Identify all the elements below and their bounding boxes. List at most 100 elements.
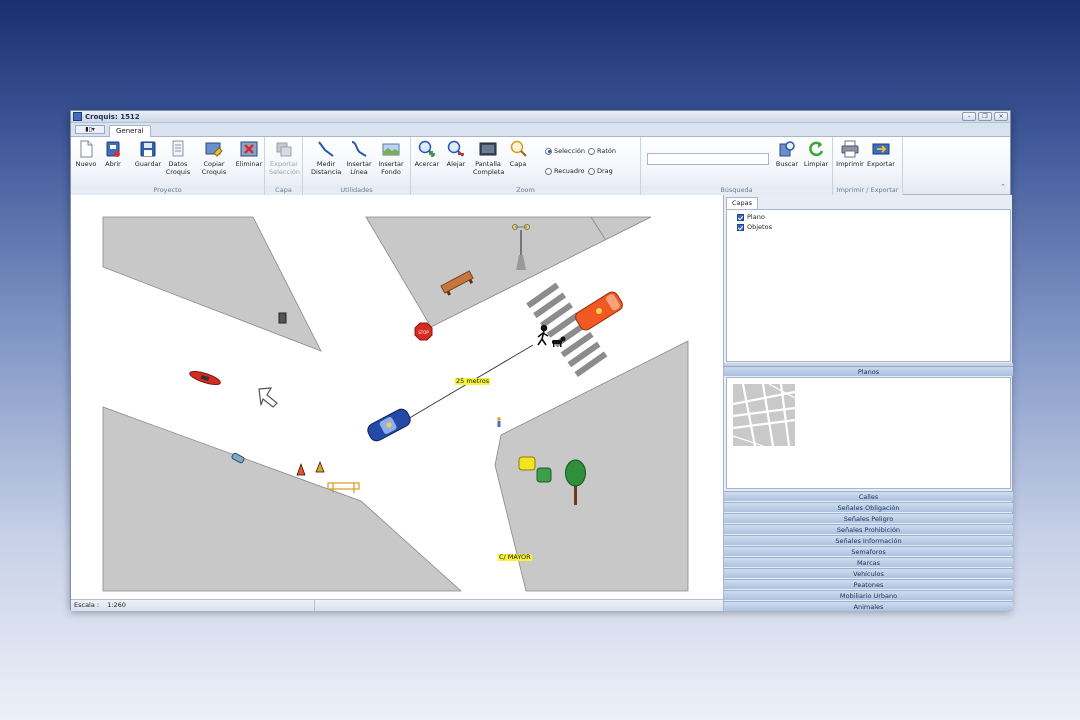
eliminar-button[interactable]: Eliminar <box>234 139 264 169</box>
app-icon <box>73 112 82 121</box>
imprimir-button[interactable]: Imprimir <box>835 139 865 169</box>
status-separator <box>314 600 322 611</box>
tree-item-objetos[interactable]: Objetos <box>737 223 772 231</box>
zoom-layer-icon <box>510 140 527 157</box>
recycle-bin-icon[interactable] <box>536 467 552 483</box>
close-button[interactable]: × <box>994 112 1008 121</box>
category-marcas[interactable]: Marcas <box>724 557 1013 567</box>
buscar-button[interactable]: Buscar <box>772 139 802 169</box>
radio-recuadro[interactable]: Recuadro <box>545 167 585 175</box>
zoom-capa-button[interactable]: Capa <box>503 139 533 169</box>
category-mobiliario-urbano[interactable]: Mobiliario Urbano <box>724 590 1013 600</box>
group-label-proyecto: Proyecto <box>71 185 264 195</box>
planos-header[interactable]: Planos <box>724 366 1013 376</box>
search-input[interactable] <box>647 153 769 165</box>
car-icon[interactable] <box>365 407 412 444</box>
alejar-label: Alejar <box>446 160 466 168</box>
linea-label-2: Línea <box>350 167 368 176</box>
save-icon <box>140 141 156 157</box>
nuevo-label: Nuevo <box>75 160 97 168</box>
alejar-button[interactable]: Alejar <box>441 139 471 169</box>
van-icon[interactable] <box>573 290 624 332</box>
radio-drag[interactable]: Drag <box>588 167 613 175</box>
stop-sign-icon[interactable]: STOP <box>414 322 433 341</box>
ribbon-tabs: ▮▯▾ General <box>71 123 1010 137</box>
container-icon[interactable] <box>518 456 536 471</box>
imprimir-label: Imprimir <box>836 160 864 168</box>
category-senales-peligro[interactable]: Señales Peligro <box>724 513 1013 523</box>
scale-value: 1:260 <box>107 601 126 609</box>
radio-raton[interactable]: Ratón <box>588 147 616 155</box>
radio-seleccion[interactable]: Selección <box>545 147 585 155</box>
arrow-marking-icon[interactable] <box>258 387 278 408</box>
drawing-canvas[interactable]: STOP 25 metros C/ MAYOR <box>71 195 723 599</box>
limpiar-button[interactable]: Limpiar <box>801 139 831 169</box>
checkbox-objetos[interactable] <box>737 223 744 231</box>
pantalla-completa-button[interactable]: Pantalla Completa <box>473 139 504 176</box>
right-panel: Capas Plano Objetos Planos Calles Señale… <box>723 195 1013 611</box>
crosswalk <box>526 282 608 378</box>
abrir-button[interactable]: Abrir <box>98 139 128 169</box>
acercar-button[interactable]: Acercar <box>412 139 442 169</box>
quick-access-toolbar[interactable]: ▮▯▾ <box>75 125 105 134</box>
group-imprimir: Imprimir Exportar Imprimir / Exportar <box>833 137 903 195</box>
window-title: Croquis: 1512 <box>85 112 140 121</box>
small-person-icon[interactable] <box>497 417 501 427</box>
radio-dot-seleccion <box>545 147 552 155</box>
tree-item-plano[interactable]: Plano <box>737 213 765 221</box>
datos-croquis-button[interactable]: Datos Croquis <box>163 139 193 176</box>
group-utilidades: Medir Distancia Insertar Línea Insertar … <box>303 137 411 195</box>
nuevo-button[interactable]: Nuevo <box>71 139 101 169</box>
tab-general[interactable]: General <box>109 125 151 137</box>
measure-distance-icon <box>318 141 334 157</box>
copy-map-icon <box>205 142 223 157</box>
motorcycle-icon[interactable] <box>188 369 221 387</box>
layers-tree: Plano Objetos <box>726 209 1011 362</box>
trash-bin-icon[interactable] <box>278 312 287 324</box>
category-senales-obligacion[interactable]: Señales Obligación <box>724 502 1013 512</box>
block-top-left <box>102 216 322 352</box>
map-thumbnail[interactable] <box>733 384 795 446</box>
sketch-map[interactable]: STOP <box>71 195 723 599</box>
cone-icon[interactable] <box>296 462 306 476</box>
street-label[interactable]: C/ MAYOR <box>498 554 532 561</box>
exportar-sel-label-2: Selección <box>269 167 300 176</box>
recuadro-label: Recuadro <box>554 167 585 175</box>
copiar-croquis-button[interactable]: Copiar Croquis <box>199 139 229 176</box>
category-senales-prohibicion[interactable]: Señales Prohibición <box>724 524 1013 534</box>
collapse-ribbon-icon[interactable]: ⌃ <box>1000 183 1006 191</box>
zoom-in-icon <box>418 140 435 157</box>
medir-label-2: Distancia <box>311 167 342 176</box>
exportar-button[interactable]: Exportar <box>866 139 896 169</box>
datos-label-2: Croquis <box>165 167 191 176</box>
scale-label: Escala : <box>74 601 100 609</box>
checkbox-plano[interactable] <box>737 213 744 221</box>
zoom-out-icon <box>447 140 464 157</box>
restore-button[interactable]: ❐ <box>978 112 992 121</box>
exportar-seleccion-button[interactable]: Exportar Selección <box>269 139 300 176</box>
insert-background-icon <box>382 143 400 156</box>
document-data-icon <box>172 140 184 157</box>
barrier-icon[interactable] <box>327 482 360 493</box>
pedestrian-icon[interactable] <box>537 324 549 346</box>
ribbon: Nuevo Abrir Guardar Datos Croquis Copiar… <box>71 137 1010 195</box>
buscar-label: Buscar <box>775 160 799 168</box>
category-animales[interactable]: Animales <box>724 601 1013 611</box>
cone-icon-2[interactable] <box>315 461 325 473</box>
status-bar: Escala : 1:260 <box>71 599 723 611</box>
drag-label: Drag <box>597 167 613 175</box>
zoom-capa-label: Capa <box>509 160 527 168</box>
guardar-button[interactable]: Guardar <box>133 139 163 169</box>
category-peatones[interactable]: Peatones <box>724 579 1013 589</box>
tab-capas[interactable]: Capas <box>726 197 759 209</box>
category-semaforos[interactable]: Semaforos <box>724 546 1013 556</box>
category-vehiculos[interactable]: Vehículos <box>724 568 1013 578</box>
insertar-linea-button[interactable]: Insertar Línea <box>344 139 374 176</box>
category-calles[interactable]: Calles <box>724 491 1013 501</box>
distance-label[interactable]: 25 metros <box>455 378 491 385</box>
minimize-button[interactable]: – <box>962 112 976 121</box>
radio-dot-raton <box>588 147 595 155</box>
medir-distancia-button[interactable]: Medir Distancia <box>311 139 341 176</box>
category-senales-informacion[interactable]: Señales Información <box>724 535 1013 545</box>
insertar-fondo-button[interactable]: Insertar Fondo <box>376 139 406 176</box>
